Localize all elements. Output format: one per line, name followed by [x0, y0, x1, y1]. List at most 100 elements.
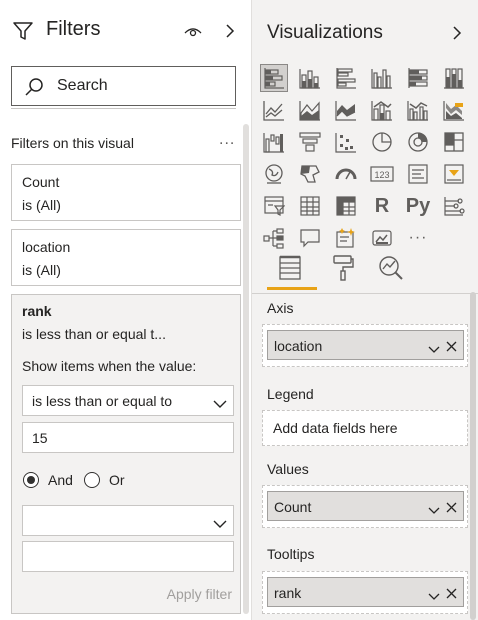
filters-header: Filters: [12, 18, 242, 46]
line-and-stacked-column-chart-icon[interactable]: [368, 96, 396, 124]
value-1-text: 15: [32, 430, 48, 446]
filter-card-state: is (All): [22, 262, 61, 278]
key-influencers-icon[interactable]: [440, 192, 468, 220]
values-label: Values: [267, 461, 309, 477]
area-chart-icon[interactable]: [296, 96, 324, 124]
treemap-icon[interactable]: [440, 128, 468, 156]
filters-pane: Filters Search Filters on this visual ..…: [0, 0, 251, 620]
and-radio[interactable]: [23, 472, 39, 488]
smart-narrative-icon[interactable]: [332, 224, 360, 252]
filters-on-visual-label: Filters on this visual: [11, 135, 134, 151]
filter-card-location[interactable]: location is (All): [11, 229, 241, 286]
visualizations-scrollbar[interactable]: [470, 292, 476, 620]
decomposition-tree-icon[interactable]: [260, 224, 288, 252]
clustered-bar-chart-icon[interactable]: [332, 64, 360, 92]
field-pill-rank[interactable]: rank: [267, 577, 464, 607]
waterfall-chart-icon[interactable]: [260, 128, 288, 156]
close-icon[interactable]: [446, 586, 457, 604]
field-pill-label: rank: [274, 585, 302, 601]
tooltips-well[interactable]: rank: [262, 571, 468, 614]
values-well[interactable]: Count: [262, 485, 468, 528]
value-1-input[interactable]: 15: [22, 422, 234, 453]
search-icon: [24, 77, 44, 102]
close-icon[interactable]: [446, 500, 457, 518]
filter-card-rank: rank is less than or equal t... Show ite…: [11, 294, 241, 614]
condition-2-dropdown[interactable]: [22, 505, 234, 536]
filter-funnel-icon: [12, 20, 34, 47]
qa-icon[interactable]: [296, 224, 324, 252]
filled-map-icon[interactable]: [296, 160, 324, 188]
stacked-column-chart-icon[interactable]: [296, 64, 324, 92]
card-icon-text: 123: [374, 170, 389, 180]
card-icon[interactable]: 123: [368, 160, 396, 188]
funnel-icon[interactable]: [296, 128, 324, 156]
more-visuals-label: ···: [408, 229, 428, 246]
ribbon-chart-icon[interactable]: [440, 96, 468, 124]
filter-card-field: location: [22, 239, 71, 255]
stacked-bar-chart-icon[interactable]: [260, 64, 288, 92]
filter-card-summary: is less than or equal t...: [22, 326, 166, 342]
stacked-area-chart-icon[interactable]: [332, 96, 360, 124]
100-stacked-bar-chart-icon[interactable]: [404, 64, 432, 92]
or-label: Or: [109, 472, 125, 488]
100-stacked-column-chart-icon[interactable]: [440, 64, 468, 92]
filter-card-state: is (All): [22, 197, 61, 213]
collapse-visualizations-chevron-icon[interactable]: [451, 25, 463, 46]
line-chart-icon[interactable]: [260, 96, 288, 124]
r-visual-icon[interactable]: R: [368, 192, 396, 220]
kpi-icon[interactable]: [440, 160, 468, 188]
filters-scrollbar[interactable]: [243, 124, 249, 614]
scatter-chart-icon[interactable]: [332, 128, 360, 156]
visualizations-pane: Visualizations 123 R Py ··· Axis locatio…: [251, 0, 478, 620]
pane-tabs: [266, 252, 466, 292]
format-tab-icon[interactable]: [332, 254, 354, 287]
close-icon[interactable]: [446, 339, 457, 357]
show-items-label: Show items when the value:: [22, 358, 197, 374]
paginated-report-icon[interactable]: [368, 224, 396, 252]
analytics-tab-icon[interactable]: [378, 255, 404, 286]
tab-divider: [252, 293, 478, 294]
visualizations-title: Visualizations: [267, 22, 383, 43]
search-divider: [11, 108, 236, 109]
field-pill-count[interactable]: Count: [267, 491, 464, 521]
gauge-icon[interactable]: [332, 160, 360, 188]
chevron-down-icon[interactable]: [428, 341, 440, 359]
chevron-down-icon: [213, 516, 227, 534]
filter-card-count[interactable]: Count is (All): [11, 164, 241, 221]
python-visual-icon[interactable]: Py: [404, 192, 432, 220]
pie-chart-icon[interactable]: [368, 128, 396, 156]
chevron-down-icon[interactable]: [428, 588, 440, 606]
more-options-icon[interactable]: ...: [219, 131, 235, 149]
matrix-icon[interactable]: [332, 192, 360, 220]
condition-1-dropdown[interactable]: is less than or equal to: [22, 385, 234, 416]
eye-icon[interactable]: [184, 25, 202, 43]
active-tab-indicator: [267, 287, 317, 290]
multi-row-card-icon[interactable]: [404, 160, 432, 188]
filter-card-field: Count: [22, 174, 60, 190]
chevron-down-icon: [213, 396, 227, 414]
collapse-filters-chevron-icon[interactable]: [224, 23, 236, 44]
value-2-input[interactable]: [22, 541, 234, 572]
axis-well[interactable]: location: [262, 324, 468, 367]
chevron-down-icon[interactable]: [428, 502, 440, 520]
map-icon[interactable]: [260, 160, 288, 188]
and-label: And: [48, 472, 73, 488]
python-visual-label: Py: [405, 194, 431, 217]
r-visual-label: R: [374, 194, 390, 217]
donut-chart-icon[interactable]: [404, 128, 432, 156]
fields-tab-icon[interactable]: [278, 255, 302, 286]
table-icon[interactable]: [296, 192, 324, 220]
or-radio[interactable]: [84, 472, 100, 488]
filters-title: Filters: [46, 18, 101, 40]
legend-label: Legend: [267, 386, 314, 402]
legend-placeholder: Add data fields here: [273, 420, 398, 436]
slicer-icon[interactable]: [260, 192, 288, 220]
field-pill-location[interactable]: location: [267, 330, 464, 360]
filters-search-input[interactable]: Search: [11, 66, 236, 106]
clustered-column-chart-icon[interactable]: [368, 64, 396, 92]
apply-filter-button[interactable]: Apply filter: [167, 586, 232, 602]
more-visuals-icon[interactable]: ···: [404, 224, 432, 252]
line-and-clustered-column-chart-icon[interactable]: [404, 96, 432, 124]
legend-well[interactable]: Add data fields here: [262, 410, 468, 446]
field-pill-label: location: [274, 338, 323, 354]
